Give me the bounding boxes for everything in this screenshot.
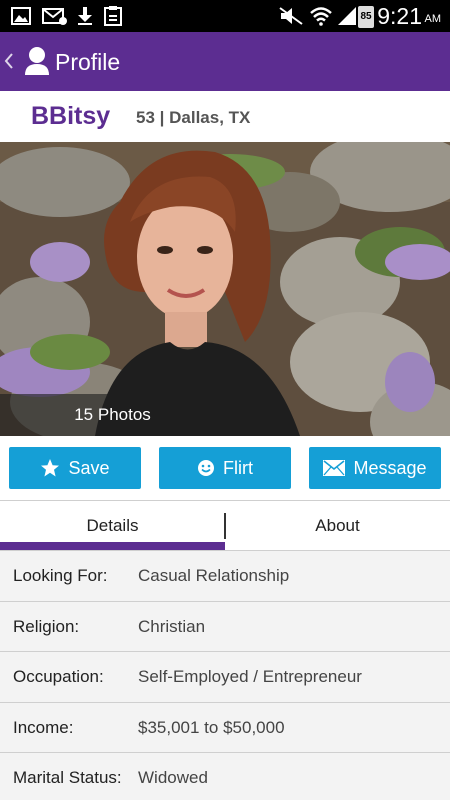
status-time: 9:21 [377, 3, 422, 29]
save-button[interactable]: Save [9, 447, 141, 489]
profile-icon [24, 46, 50, 76]
detail-row-religion: Religion: Christian [0, 600, 450, 652]
tab-about[interactable]: About [225, 501, 450, 550]
signal-icon [336, 6, 358, 26]
action-bar: Save Flirt Message [0, 436, 450, 500]
status-bar: 85 9:21 AM [0, 0, 450, 32]
detail-label: Income: [13, 717, 74, 737]
photo-count-label[interactable]: 15 Photos [0, 394, 225, 436]
detail-label: Looking For: [13, 566, 108, 585]
back-icon[interactable] [3, 51, 17, 71]
profile-age-location: 53 | Dallas, TX [136, 108, 251, 127]
envelope-icon [323, 460, 346, 476]
detail-value: Self-Employed / Entrepreneur [138, 667, 362, 686]
status-ampm: AM [424, 13, 442, 25]
download-icon [76, 6, 94, 26]
detail-row-occupation: Occupation: Self-Employed / Entrepreneur [0, 651, 450, 702]
active-tab-indicator [0, 542, 225, 550]
profile-name: BBitsy [31, 102, 111, 130]
tab-bar: Details About [0, 500, 450, 550]
message-button[interactable]: Message [309, 447, 441, 489]
battery-level: 85 [360, 11, 372, 22]
message-label: Message [353, 457, 427, 478]
page-title: Profile [55, 49, 121, 75]
detail-value: Christian [138, 616, 206, 636]
detail-label: Religion: [13, 616, 80, 636]
wifi-icon [309, 6, 333, 26]
mail-icon [42, 6, 68, 26]
detail-label: Marital Status: [13, 768, 122, 787]
detail-row-looking-for: Looking For: Casual Relationship [0, 550, 450, 601]
detail-label: Occupation: [13, 667, 104, 686]
save-label: Save [68, 457, 110, 478]
flirt-button[interactable]: Flirt [159, 447, 291, 489]
detail-value: Casual Relationship [138, 566, 290, 585]
app-bar: Profile [0, 32, 450, 91]
detail-row-income: Income: $35,001 to $50,000 [0, 701, 450, 753]
detail-row-marital-status: Marital Status: Widowed [0, 752, 450, 800]
details-list: Looking For: Casual Relationship Religio… [0, 550, 450, 800]
profile-header: BBitsy 53 | Dallas, TX [0, 91, 450, 142]
mute-icon [278, 6, 304, 26]
detail-value: Widowed [138, 768, 208, 787]
gallery-icon [10, 6, 32, 26]
clipboard-icon [104, 6, 122, 26]
detail-value: $35,001 to $50,000 [138, 717, 285, 737]
flirt-label: Flirt [223, 457, 253, 478]
star-icon [40, 458, 60, 478]
smiley-icon [197, 459, 215, 477]
profile-photo[interactable]: 15 Photos [0, 142, 450, 436]
